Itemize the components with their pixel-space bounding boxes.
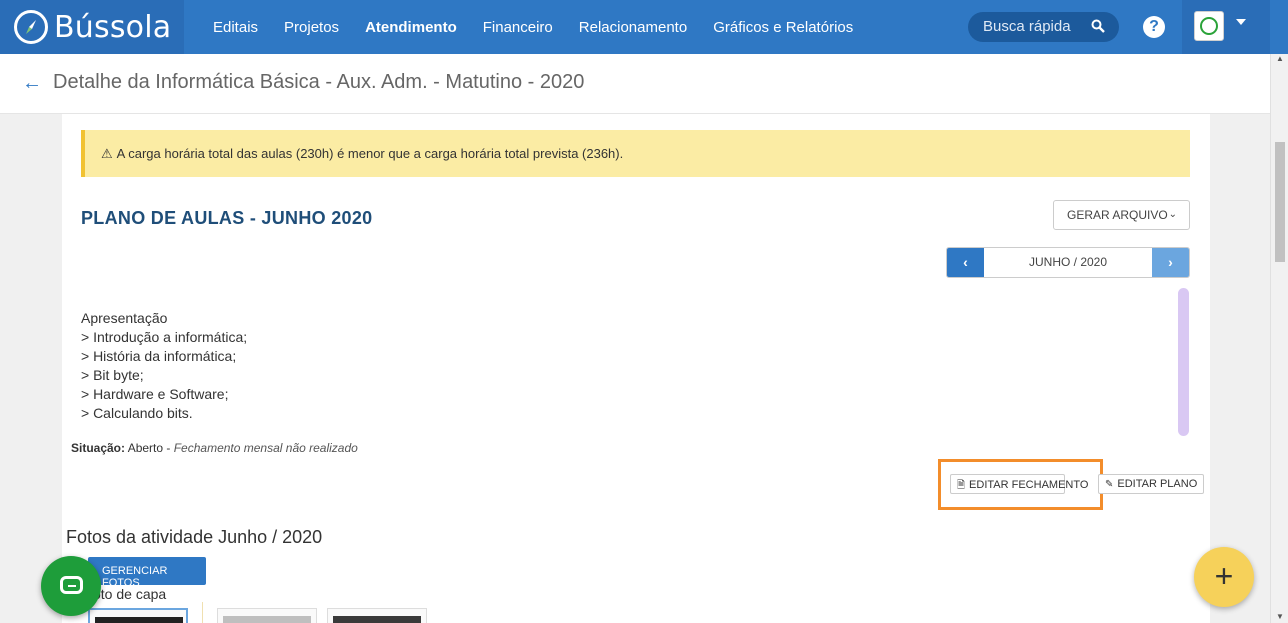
scrollbar[interactable]: ▲ ▼ [1270, 54, 1288, 623]
lesson-line: Apresentação [81, 310, 168, 326]
back-arrow-icon[interactable]: ← [22, 72, 42, 95]
plan-card: ⚠ A carga horária total das aulas (230h) … [62, 114, 1210, 623]
lesson-line: > Calculando bits. [81, 405, 193, 421]
app-name: Bússola [54, 9, 172, 45]
plan-title: PLANO DE AULAS - JUNHO 2020 [81, 208, 373, 228]
alert-text: A carga horária total das aulas (230h) é… [116, 146, 624, 161]
nav-item-editais[interactable]: Editais [213, 19, 258, 36]
lesson-line: > Bit byte; [81, 367, 144, 383]
next-month-button[interactable]: › [1152, 248, 1189, 277]
edit-plan-label: EDITAR PLANO [1117, 478, 1198, 490]
nav-item-relacionamento[interactable]: Relacionamento [579, 19, 687, 36]
lesson-scrollbar[interactable] [1178, 288, 1189, 436]
warning-icon: ⚠ [101, 146, 113, 161]
month-navigator: ‹ JUNHO / 2020 › [946, 247, 1190, 278]
photos-title: Fotos da atividade Junho / 2020 [66, 527, 323, 547]
plus-icon: + [1214, 558, 1234, 594]
compass-icon [14, 10, 48, 44]
month-label: JUNHO / 2020 [1028, 255, 1108, 269]
photo-image [95, 617, 183, 623]
avatar[interactable] [1194, 11, 1224, 41]
chevron-down-icon[interactable] [1236, 19, 1246, 25]
cover-photo-label: oto de capa [93, 586, 167, 602]
photo-thumbnail[interactable] [327, 608, 427, 623]
edit-closing-button[interactable]: 🗎 EDITAR FECHAMENTO [950, 474, 1088, 494]
document-icon: 🗎 [957, 480, 966, 491]
page-header: ← Detalhe da Informática Básica - Aux. A… [0, 54, 1270, 114]
nav-item-atendimento[interactable]: Atendimento [365, 19, 457, 36]
nav-item-financeiro[interactable]: Financeiro [483, 19, 553, 36]
top-navbar: Bússola Editais Projetos Atendimento Fin… [0, 0, 1288, 54]
edit-plan-button[interactable]: ✎ EDITAR PLANO [1098, 474, 1204, 494]
lesson-line: > Hardware e Software; [81, 386, 229, 402]
divider [202, 602, 203, 623]
chevron-down-icon: ⌄ [1168, 209, 1177, 220]
edit-icon: ✎ [1105, 479, 1114, 490]
chat-button[interactable] [41, 556, 101, 616]
photo-thumbnail[interactable] [217, 608, 317, 623]
manage-photos-button[interactable]: GERENCIAR FOTOS [88, 557, 206, 589]
lesson-content: Apresentação > Introdução a informática;… [81, 309, 247, 423]
status-value: Aberto - [127, 441, 171, 455]
search-placeholder: Busca rápida [983, 18, 1071, 35]
status-note: Fechamento mensal não realizado [173, 441, 358, 455]
chat-icon [60, 576, 83, 594]
status-label: Situação: [71, 441, 126, 455]
add-button[interactable]: + [1194, 547, 1254, 607]
generate-file-button[interactable]: GERAR ARQUIVO ⌄ [1053, 200, 1190, 230]
scroll-down-icon[interactable]: ▼ [1276, 612, 1284, 621]
lesson-line: > Introdução a informática; [81, 329, 248, 345]
edit-closing-label: EDITAR FECHAMENTO [969, 479, 1089, 491]
photo-image [333, 616, 421, 623]
user-menu[interactable] [1182, 0, 1270, 54]
search-input[interactable]: Busca rápida [968, 12, 1119, 42]
scroll-up-icon[interactable]: ▲ [1276, 54, 1284, 63]
status-line: Situação: Aberto - Fechamento mensal não… [71, 441, 358, 455]
nav-item-projetos[interactable]: Projetos [284, 19, 339, 36]
scrollbar-thumb[interactable] [1275, 142, 1285, 262]
lesson-line: > História da informática; [81, 348, 237, 364]
main-nav: Editais Projetos Atendimento Financeiro … [200, 0, 866, 54]
help-icon[interactable]: ? [1143, 16, 1165, 38]
photo-thumbnail[interactable] [88, 608, 188, 623]
logo[interactable]: Bússola [0, 0, 184, 54]
previous-month-button[interactable]: ‹ [947, 248, 984, 277]
photo-image [223, 616, 311, 623]
warning-alert: ⚠ A carga horária total das aulas (230h) … [81, 130, 1190, 177]
compass-logo-icon [1200, 17, 1218, 35]
page-title: Detalhe da Informática Básica - Aux. Adm… [53, 71, 585, 93]
generate-file-label: GERAR ARQUIVO [1067, 208, 1168, 222]
search-icon[interactable] [1091, 19, 1105, 37]
nav-item-graficos-relatorios[interactable]: Gráficos e Relatórios [713, 19, 853, 36]
